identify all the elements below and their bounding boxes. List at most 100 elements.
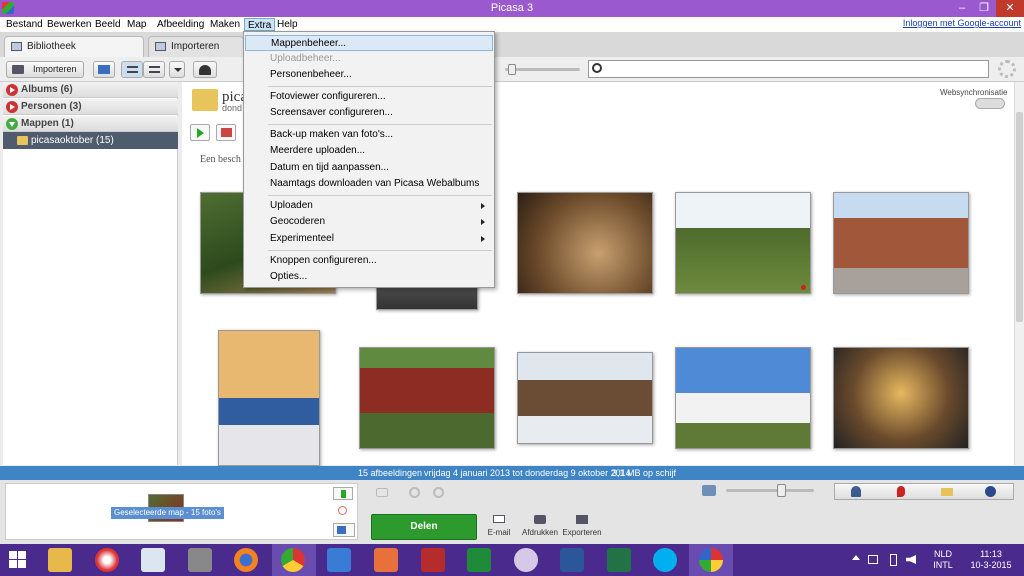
close-button[interactable]: ✕ <box>996 0 1024 17</box>
menu-help[interactable]: Help <box>274 18 301 31</box>
language-indicator[interactable]: NLD INTL <box>930 549 956 571</box>
photo-thumbnail[interactable] <box>675 347 811 449</box>
menu-separator <box>268 250 492 251</box>
photos-icon[interactable] <box>327 548 351 572</box>
menu-item-options[interactable]: Opties... <box>245 269 493 285</box>
menu-item-personenbeheer[interactable]: Personenbeheer... <box>245 67 493 83</box>
websync-toggle[interactable] <box>975 98 1005 109</box>
menu-item-configure-buttons[interactable]: Knoppen configureren... <box>245 253 493 269</box>
sidebar-folder-picasaoktober[interactable]: picasaoktober (15) <box>3 132 178 149</box>
menu-item-backup[interactable]: Back-up maken van foto's... <box>245 127 493 143</box>
zoom-slider-track[interactable] <box>505 68 580 71</box>
info-icon[interactable] <box>985 486 996 497</box>
album-add-icon <box>98 65 110 74</box>
star-icon[interactable] <box>376 488 388 497</box>
menu-item-mappenbeheer[interactable]: Mappenbeheer... <box>245 35 493 51</box>
menu-item-download-nametags[interactable]: Naamtags downloaden van Picasa Webalbums <box>245 176 493 192</box>
calculator-icon[interactable] <box>467 548 491 572</box>
photo-thumbnail[interactable] <box>833 192 969 294</box>
menu-extra[interactable]: Extra <box>244 18 276 31</box>
paint-icon[interactable] <box>95 548 119 572</box>
map-panel-icon[interactable] <box>897 486 905 497</box>
import-button[interactable]: Importeren <box>6 61 84 78</box>
scrollbar-thumb[interactable] <box>1016 112 1023 322</box>
rotate-left-icon[interactable] <box>409 487 420 498</box>
scanner-icon[interactable] <box>141 548 165 572</box>
minimize-button[interactable]: – <box>950 0 974 17</box>
menu-separator <box>268 124 492 125</box>
excel-icon[interactable] <box>607 548 631 572</box>
network-icon[interactable] <box>868 555 878 564</box>
menu-item-experimental-submenu[interactable]: Experimenteel <box>245 231 493 247</box>
menu-item-adjust-date[interactable]: Datum en tijd aanpassen... <box>245 160 493 176</box>
slideshow-button[interactable] <box>190 124 210 141</box>
photo-thumbnail[interactable] <box>517 352 653 444</box>
collage-button[interactable] <box>216 124 236 141</box>
email-button[interactable]: E-mail <box>486 513 512 541</box>
maximize-button[interactable]: ❐ <box>972 0 996 17</box>
menu-item-fotoviewer[interactable]: Fotoviewer configureren... <box>245 89 493 105</box>
thumbnail-size-thumb[interactable] <box>777 484 786 497</box>
file-explorer-icon[interactable] <box>48 548 72 572</box>
access-icon[interactable] <box>421 548 445 572</box>
search-input[interactable] <box>588 60 989 78</box>
folder-description[interactable]: Een besch <box>200 154 241 165</box>
menu-afbeelding[interactable]: Afbeelding <box>154 18 207 31</box>
view-options-dropdown[interactable] <box>169 61 185 78</box>
image-editor-icon[interactable] <box>374 548 398 572</box>
flat-view-button[interactable] <box>143 61 165 78</box>
menu-item-upload-label: Uploaden <box>270 200 313 211</box>
status-size: 3,1 MB op schijf <box>612 468 677 478</box>
volume-icon[interactable] <box>906 555 916 564</box>
sidebar-item-folders[interactable]: Mappen (1) <box>3 116 178 132</box>
sidebar-item-persons[interactable]: Personen (3) <box>3 99 178 115</box>
chrome-icon[interactable] <box>281 548 305 572</box>
menu-map[interactable]: Map <box>124 18 149 31</box>
firefox-icon[interactable] <box>234 548 258 572</box>
clear-tray-icon[interactable] <box>338 506 347 515</box>
sidebar-folders-label: Mappen (1) <box>21 118 74 129</box>
export-button[interactable]: Exporteren <box>562 513 602 541</box>
login-link[interactable]: Inloggen met Google-account <box>903 18 1021 28</box>
skype-icon[interactable] <box>653 548 677 572</box>
photo-grid-scrollbar[interactable] <box>1014 82 1024 465</box>
menu-item-geocode-submenu[interactable]: Geocoderen <box>245 214 493 230</box>
tab-import[interactable]: Importeren <box>148 36 244 57</box>
menu-bestand[interactable]: Bestand <box>3 18 46 31</box>
clock[interactable]: 11:13 10-3-2015 <box>962 549 1020 571</box>
photo-thumbnail[interactable] <box>833 347 969 449</box>
menu-beeld[interactable]: Beeld <box>92 18 124 31</box>
start-button[interactable] <box>6 548 30 572</box>
thumbnail-size-slider[interactable] <box>726 489 814 492</box>
people-panel-icon[interactable] <box>851 486 861 497</box>
menu-item-batch-upload[interactable]: Meerdere uploaden... <box>245 143 493 159</box>
menu-bewerken[interactable]: Bewerken <box>44 18 94 31</box>
chevron-up-icon[interactable] <box>852 555 860 560</box>
title-bar: Picasa 3 – ❐ ✕ <box>0 0 1024 17</box>
tag-panel-icon[interactable] <box>941 488 953 496</box>
rotate-right-icon[interactable] <box>433 487 444 498</box>
tab-library[interactable]: Bibliotheek <box>4 36 144 57</box>
photo-thumbnail[interactable] <box>359 347 495 449</box>
people-button[interactable] <box>193 61 217 78</box>
snipping-icon[interactable] <box>514 548 538 572</box>
sidebar-item-albums[interactable]: Albums (6) <box>3 82 178 98</box>
zoom-slider-thumb[interactable] <box>508 64 516 75</box>
battery-icon[interactable] <box>890 554 897 566</box>
print-button[interactable]: Afdrukken <box>521 513 559 541</box>
menu-item-screensaver[interactable]: Screensaver configureren... <box>245 105 493 121</box>
menu-maken[interactable]: Maken <box>207 18 243 31</box>
printer-app-icon[interactable] <box>188 548 212 572</box>
photo-thumbnail[interactable] <box>218 330 320 466</box>
picasa-icon[interactable] <box>699 548 723 572</box>
word-icon[interactable] <box>560 548 584 572</box>
photo-thumbnail[interactable] <box>517 192 653 294</box>
tree-view-button[interactable] <box>121 61 143 78</box>
hold-button[interactable] <box>333 487 353 500</box>
add-to-album-button[interactable] <box>93 61 115 78</box>
menu-separator <box>268 195 492 196</box>
share-button[interactable]: Delen <box>371 514 477 540</box>
add-to-album-tray-button[interactable] <box>333 523 355 537</box>
menu-item-upload-submenu[interactable]: Uploaden <box>245 198 493 214</box>
photo-thumbnail[interactable] <box>675 192 811 294</box>
